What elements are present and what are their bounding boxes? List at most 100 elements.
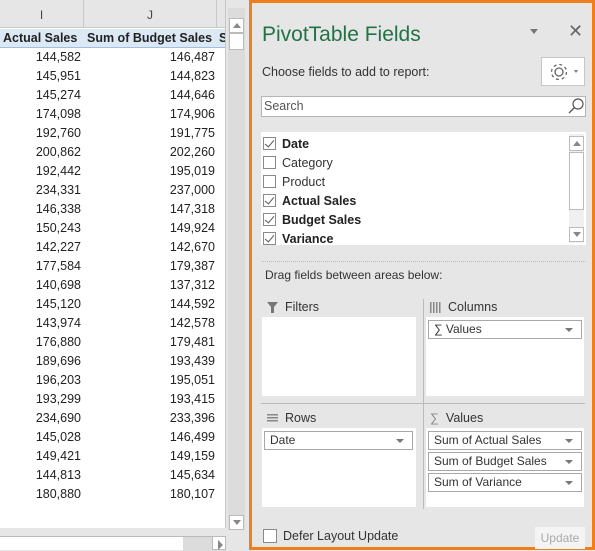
update-button[interactable]: Update [535,527,585,549]
close-icon[interactable]: ✕ [568,21,583,41]
rows-item-date[interactable]: Date [264,431,413,450]
defer-checkbox[interactable] [263,529,277,543]
cell-actual-sales[interactable]: 174,098 [36,107,81,121]
field-item[interactable]: Actual Sales [263,191,356,210]
cell-actual-sales[interactable]: 200,862 [36,145,81,159]
rows-drop-area[interactable]: Date [262,428,416,507]
cell-actual-sales[interactable]: 149,421 [36,449,81,463]
cell-actual-sales[interactable]: 180,880 [36,487,81,501]
cell-budget-sales[interactable]: 142,578 [170,316,215,330]
cell-actual-sales[interactable]: 234,331 [36,183,81,197]
column-header-i[interactable]: I [0,0,84,28]
defer-layout-update[interactable]: Defer Layout Update [263,529,398,543]
field-scroll-down-button[interactable] [569,227,584,242]
table-row: 200,862 202,260 [0,143,225,162]
cell-budget-sales[interactable]: 193,439 [170,354,215,368]
cell-actual-sales[interactable]: 192,442 [36,164,81,178]
cell-actual-sales[interactable]: 189,696 [36,354,81,368]
values-item[interactable]: Sum of Actual Sales [428,431,582,450]
field-scroll-thumb[interactable] [569,152,584,210]
cell-budget-sales[interactable]: 195,051 [170,373,215,387]
cell-budget-sales[interactable]: 233,396 [170,411,215,425]
field-scroll-up-button[interactable] [569,136,584,151]
cell-budget-sales[interactable]: 144,823 [170,69,215,83]
header-variance-partial[interactable]: S [219,31,225,45]
field-item[interactable]: Product [263,172,325,191]
cell-actual-sales[interactable]: 144,813 [36,468,81,482]
table-row: 234,331 237,000 [0,181,225,200]
cell-budget-sales[interactable]: 146,499 [170,430,215,444]
cell-actual-sales[interactable]: 145,120 [36,297,81,311]
field-checkbox[interactable] [263,137,276,150]
cell-budget-sales[interactable]: 146,487 [170,50,215,64]
field-checkbox[interactable] [263,175,276,188]
cell-budget-sales[interactable]: 193,415 [170,392,215,406]
cell-budget-sales[interactable]: 145,634 [170,468,215,482]
values-item[interactable]: Sum of Budget Sales [428,452,582,471]
table-row: 145,951 144,823 [0,67,225,86]
header-budget-sales[interactable]: Sum of Budget Sales [87,31,212,45]
cell-actual-sales[interactable]: 146,338 [36,202,81,216]
cell-budget-sales[interactable]: 149,924 [170,221,215,235]
field-label: Actual Sales [282,193,357,208]
field-item[interactable]: Category [263,153,333,172]
header-actual-sales[interactable]: Actual Sales [3,31,77,45]
field-checkbox[interactable] [263,213,276,226]
filters-drop-area[interactable] [262,317,416,396]
cell-budget-sales[interactable]: 137,312 [170,278,215,292]
cell-actual-sales[interactable]: 145,951 [36,69,81,83]
tools-button[interactable] [541,57,585,86]
field-checkbox[interactable] [263,232,276,245]
choose-fields-label: Choose fields to add to report: [262,65,430,79]
cell-budget-sales[interactable]: 142,670 [170,240,215,254]
search-icon[interactable] [568,98,584,114]
cell-actual-sales[interactable]: 145,028 [36,430,81,444]
cell-budget-sales[interactable]: 174,906 [170,107,215,121]
cell-budget-sales[interactable]: 144,646 [170,88,215,102]
sheet-vertical-scrollbar[interactable] [228,8,245,530]
values-item[interactable]: Sum of Variance [428,473,582,492]
cell-actual-sales[interactable]: 144,582 [36,50,81,64]
cell-budget-sales[interactable]: 180,107 [170,487,215,501]
cell-actual-sales[interactable]: 143,974 [36,316,81,330]
arrow-up-icon [233,23,241,28]
cell-budget-sales[interactable]: 179,481 [170,335,215,349]
cell-actual-sales[interactable]: 177,584 [36,259,81,273]
field-list-scrollbar[interactable] [569,134,584,243]
pane-options-dropdown-icon[interactable] [530,29,538,34]
cell-budget-sales[interactable]: 144,592 [170,297,215,311]
columns-drop-area[interactable]: ∑ Values [426,317,584,396]
cell-budget-sales[interactable]: 149,159 [170,449,215,463]
search-field-input[interactable]: Search [261,96,586,117]
cell-actual-sales[interactable]: 196,203 [36,373,81,387]
cell-actual-sales[interactable]: 142,227 [36,240,81,254]
cell-actual-sales[interactable]: 145,274 [36,88,81,102]
cell-actual-sales[interactable]: 176,880 [36,335,81,349]
column-header-j[interactable]: J [84,0,217,28]
cell-actual-sales[interactable]: 192,760 [36,126,81,140]
values-drop-area[interactable]: Sum of Actual Sales Sum of Budget Sales Su… [426,428,584,507]
field-checkbox[interactable] [263,194,276,207]
columns-item-values[interactable]: ∑ Values [428,320,582,339]
scroll-thumb[interactable] [229,33,244,50]
cell-budget-sales[interactable]: 179,387 [170,259,215,273]
cell-actual-sales[interactable]: 193,299 [36,392,81,406]
field-item[interactable]: Budget Sales [263,210,361,229]
cell-actual-sales[interactable]: 234,690 [36,411,81,425]
scroll-right-button[interactable] [212,536,226,550]
cell-budget-sales[interactable]: 237,000 [170,183,215,197]
chevron-down-icon [396,439,404,443]
cell-budget-sales[interactable]: 195,019 [170,164,215,178]
field-checkbox[interactable] [263,156,276,169]
cell-budget-sales[interactable]: 202,260 [170,145,215,159]
field-item[interactable]: Date [263,134,309,153]
sheet-horizontal-scrollbar[interactable] [0,536,226,551]
scroll-up-button[interactable] [229,18,244,33]
rows-area-label: Rows [267,411,316,425]
scroll-down-button[interactable] [229,515,244,530]
cell-actual-sales[interactable]: 140,698 [36,278,81,292]
cell-budget-sales[interactable]: 191,775 [170,126,215,140]
cell-budget-sales[interactable]: 147,318 [170,202,215,216]
cell-actual-sales[interactable]: 150,243 [36,221,81,235]
field-item[interactable]: Variance [263,229,333,248]
